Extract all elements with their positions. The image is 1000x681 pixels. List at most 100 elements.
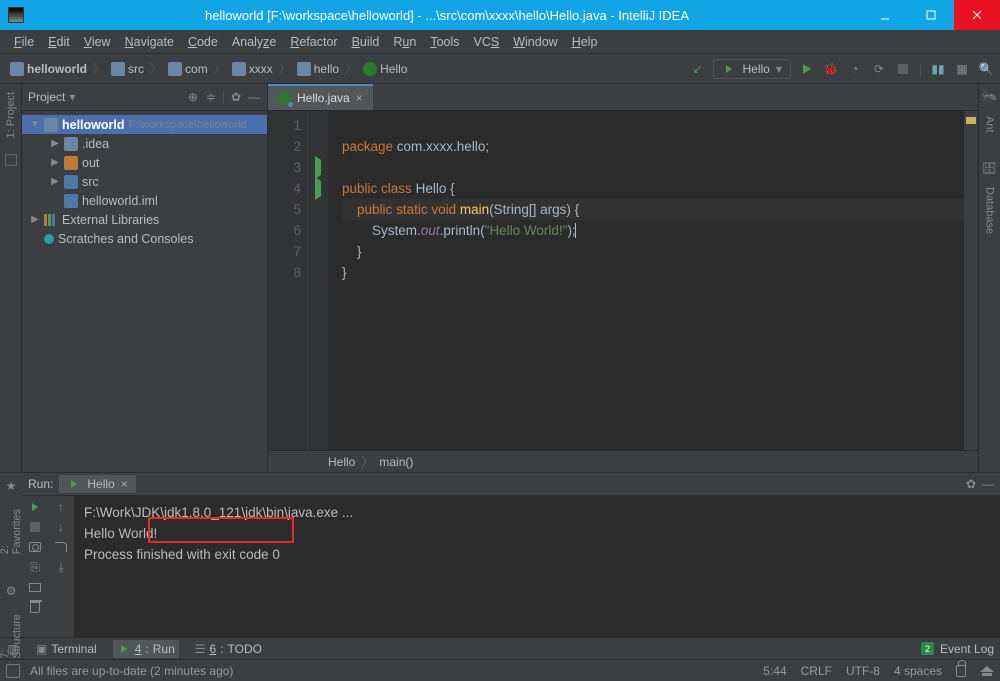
maximize-button[interactable] (908, 0, 954, 30)
line-number-gutter: 12345678 (268, 111, 308, 450)
build-icon[interactable]: ↙ (689, 61, 705, 77)
menu-run[interactable]: Run (387, 33, 422, 51)
print-button[interactable] (28, 580, 42, 594)
softwrap-icon[interactable] (54, 540, 68, 554)
crumb-src[interactable]: src (128, 62, 144, 76)
inspections-icon[interactable] (980, 666, 994, 676)
target-icon[interactable]: ⊕ (186, 90, 200, 104)
hide-icon[interactable]: — (982, 477, 994, 491)
rerun-button[interactable] (28, 500, 42, 514)
tree-src[interactable]: ▶src (22, 172, 267, 191)
project-view-label[interactable]: Project (28, 90, 65, 104)
crumb-xxxx[interactable]: xxxx (249, 62, 273, 76)
tool-favorites-tab[interactable]: 2: Favorites (0, 507, 23, 556)
menu-view[interactable]: View (78, 33, 117, 51)
exit-button[interactable]: ⎘ (28, 560, 42, 574)
profile-button[interactable]: ⟳ (871, 61, 887, 77)
crumb-com[interactable]: com (185, 62, 208, 76)
line-separator[interactable]: CRLF (801, 664, 832, 678)
caret-position[interactable]: 5:44 (763, 664, 786, 678)
tree-libs[interactable]: ▶External Libraries (22, 210, 267, 229)
stop-button[interactable] (895, 61, 911, 77)
gear-icon[interactable]: ✿ (229, 90, 243, 104)
tree-idea[interactable]: ▶.idea (22, 134, 267, 153)
tool-ant-tab[interactable]: Ant (984, 112, 996, 137)
app-logo-icon (8, 7, 24, 23)
console-cmd-line: F:\Work\JDK\jdk1.8.0_121\jdk\bin\java.ex… (84, 502, 990, 523)
breadcrumb[interactable]: helloworld 〉 src 〉 com 〉 xxxx 〉 hello 〉 … (6, 60, 411, 78)
editor-crumbbar[interactable]: Hello 〉 main() (268, 450, 978, 472)
console-output[interactable]: F:\Work\JDK\jdk1.8.0_121\jdk\bin\java.ex… (74, 496, 1000, 637)
scroll-end-icon[interactable]: ⤓ (54, 560, 68, 574)
tool-project-tab[interactable]: 1: Project (5, 88, 17, 142)
tool-run[interactable]: 4: Run (113, 640, 179, 658)
hide-icon[interactable]: — (247, 90, 261, 104)
folder-out-icon (64, 156, 78, 170)
vcs-button[interactable]: ▮▮ (930, 61, 946, 77)
menu-help[interactable]: Help (566, 33, 604, 51)
crumb-method[interactable]: main() (379, 455, 413, 469)
menu-vcs[interactable]: VCS (468, 33, 506, 51)
tool-database-tab[interactable]: Database (984, 183, 996, 238)
close-button[interactable] (954, 0, 1000, 30)
collapse-icon[interactable]: ≑ (204, 90, 218, 104)
menu-code[interactable]: Code (182, 33, 224, 51)
code-area[interactable]: 12345678 package com.xxxx.hello; public … (268, 111, 978, 450)
tool-button[interactable] (5, 154, 17, 166)
crumb-project[interactable]: helloworld (27, 62, 87, 76)
tree-iml[interactable]: helloworld.iml (22, 191, 267, 210)
stop-run-button[interactable] (28, 520, 42, 534)
readonly-lock-icon[interactable] (956, 665, 966, 677)
project-tree[interactable]: ▼ helloworld F:\workspace\helloworld ▶.i… (22, 111, 267, 252)
minimize-button[interactable] (862, 0, 908, 30)
trash-button[interactable] (28, 600, 42, 614)
folder-icon (297, 62, 311, 76)
scroll-down-icon[interactable]: ↓ (54, 520, 68, 534)
structure-button[interactable]: ▦ (954, 61, 970, 77)
crumb-hello[interactable]: hello (314, 62, 339, 76)
menu-file[interactable]: File (8, 33, 40, 51)
crumb-class[interactable]: Hello (380, 62, 407, 76)
editor: Hello.java × 12345678 package com.xxxx.h… (268, 84, 978, 472)
close-icon[interactable]: × (121, 477, 128, 491)
menu-analyze[interactable]: Analyze (226, 33, 282, 51)
tool-terminal[interactable]: ▣Terminal (32, 640, 101, 658)
status-icon[interactable] (6, 664, 20, 678)
folder-icon (232, 62, 246, 76)
warning-marker-icon[interactable] (966, 117, 976, 124)
tool-todo[interactable]: ☰6: TODO (191, 640, 266, 658)
gear-icon[interactable]: ✿ (966, 477, 976, 491)
tree-scratches[interactable]: Scratches and Consoles (22, 229, 267, 248)
debug-button[interactable]: 🐞 (823, 61, 839, 77)
editor-tab-hello[interactable]: Hello.java × (268, 84, 373, 110)
file-encoding[interactable]: UTF-8 (846, 664, 880, 678)
error-stripe[interactable] (964, 111, 978, 450)
tree-root[interactable]: ▼ helloworld F:\workspace\helloworld (22, 115, 267, 134)
menu-refactor[interactable]: Refactor (284, 33, 343, 51)
tree-out[interactable]: ▶out (22, 153, 267, 172)
menu-window[interactable]: Window (507, 33, 563, 51)
tab-close-icon[interactable]: × (356, 91, 363, 105)
scroll-up-icon[interactable]: ↑ (54, 500, 68, 514)
run-icon (71, 480, 77, 488)
tool-structure-tab[interactable]: 7: Structure (0, 612, 23, 661)
menu-edit[interactable]: Edit (42, 33, 76, 51)
run-gutter-icon[interactable] (315, 156, 321, 179)
tool-event-log[interactable]: Event Log (940, 642, 994, 656)
coverage-button[interactable]: ◔ (847, 61, 863, 77)
menu-navigate[interactable]: Navigate (119, 33, 180, 51)
cam-button[interactable] (28, 540, 42, 554)
code-text[interactable]: package com.xxxx.hello; public class Hel… (328, 111, 964, 450)
run-config-selector[interactable]: Hello ▾ (713, 59, 790, 79)
search-button[interactable]: 🔍 (978, 61, 994, 77)
run-config-name: Hello (742, 62, 769, 76)
gutter-marks[interactable] (308, 111, 328, 450)
run-tab-hello[interactable]: Hello × (59, 475, 135, 493)
menu-tools[interactable]: Tools (424, 33, 465, 51)
menu-build[interactable]: Build (346, 33, 386, 51)
crumb-class[interactable]: Hello (328, 455, 355, 469)
run-button[interactable] (799, 61, 815, 77)
indent-setting[interactable]: 4 spaces (894, 664, 942, 678)
run-gutter-icon[interactable] (315, 177, 321, 200)
project-panel: Project ▾ ⊕ ≑ | ✿ — ▼ helloworld F:\work… (22, 84, 268, 472)
